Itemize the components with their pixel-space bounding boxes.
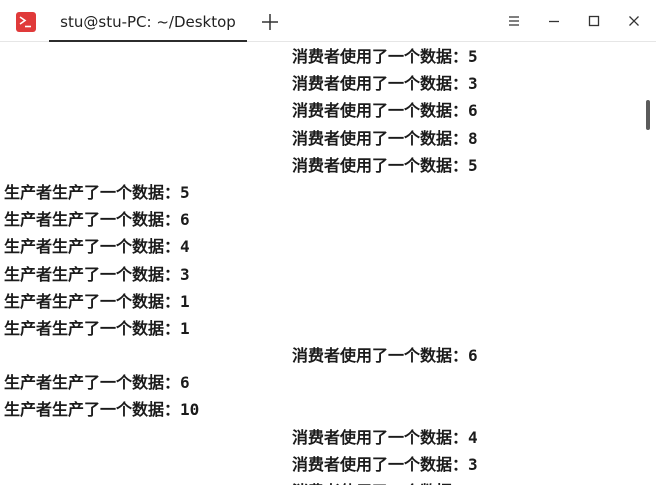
producer-output-line: 生产者生产了一个数据：1 xyxy=(4,318,190,338)
consumer-output-line: 消费者使用了一个数据：8 xyxy=(292,128,478,148)
consumer-output-line: 消费者使用了一个数据：3 xyxy=(292,74,478,94)
terminal-output[interactable]: 消费者使用了一个数据：5 消费者使用了一个数据：3 消费者使用了一个数据：6 消费者使… xyxy=(0,42,656,485)
output-lines: 消费者使用了一个数据：5 消费者使用了一个数据：3 消费者使用了一个数据：6 消费者使… xyxy=(4,43,478,485)
producer-output-line: 生产者生产了一个数据：4 xyxy=(4,237,190,257)
hamburger-menu-icon[interactable] xyxy=(506,13,522,29)
producer-output-line: 生产者生产了一个数据：3 xyxy=(4,264,190,284)
producer-output-line: 生产者生产了一个数据：6 xyxy=(4,373,190,393)
minimize-icon[interactable] xyxy=(546,13,562,29)
terminal-icon[interactable] xyxy=(16,12,36,32)
consumer-output-line: 消费者使用了一个数据：1 xyxy=(4,478,478,485)
consumer-output-line: 消费者使用了一个数据：6 xyxy=(292,101,478,121)
maximize-icon[interactable] xyxy=(586,13,602,29)
vertical-scrollbar[interactable] xyxy=(646,100,650,130)
producer-output-line: 生产者生产了一个数据：1 xyxy=(4,291,190,311)
close-icon[interactable] xyxy=(626,13,642,29)
tab-title: stu@stu-PC: ~/Desktop xyxy=(60,13,236,31)
terminal-window: stu@stu-PC: ~/Desktop 消费者使用了一个数据：5 消费者使用… xyxy=(0,0,656,485)
producer-output-line: 生产者生产了一个数据：5 xyxy=(4,182,190,202)
title-bar: stu@stu-PC: ~/Desktop xyxy=(0,0,656,42)
plus-icon[interactable] xyxy=(261,13,279,31)
consumer-output-line: 消费者使用了一个数据：6 xyxy=(292,346,478,366)
consumer-output-line: 消费者使用了一个数据：5 xyxy=(292,47,478,66)
consumer-output-line: 消费者使用了一个数据：4 xyxy=(292,427,478,447)
producer-output-line: 生产者生产了一个数据：10 xyxy=(4,400,200,420)
tab-desktop[interactable]: stu@stu-PC: ~/Desktop xyxy=(49,0,247,42)
consumer-output-line: 消费者使用了一个数据：3 xyxy=(292,454,478,474)
producer-output-line: 生产者生产了一个数据：6 xyxy=(4,210,190,230)
consumer-output-line: 消费者使用了一个数据：5 xyxy=(292,155,478,175)
